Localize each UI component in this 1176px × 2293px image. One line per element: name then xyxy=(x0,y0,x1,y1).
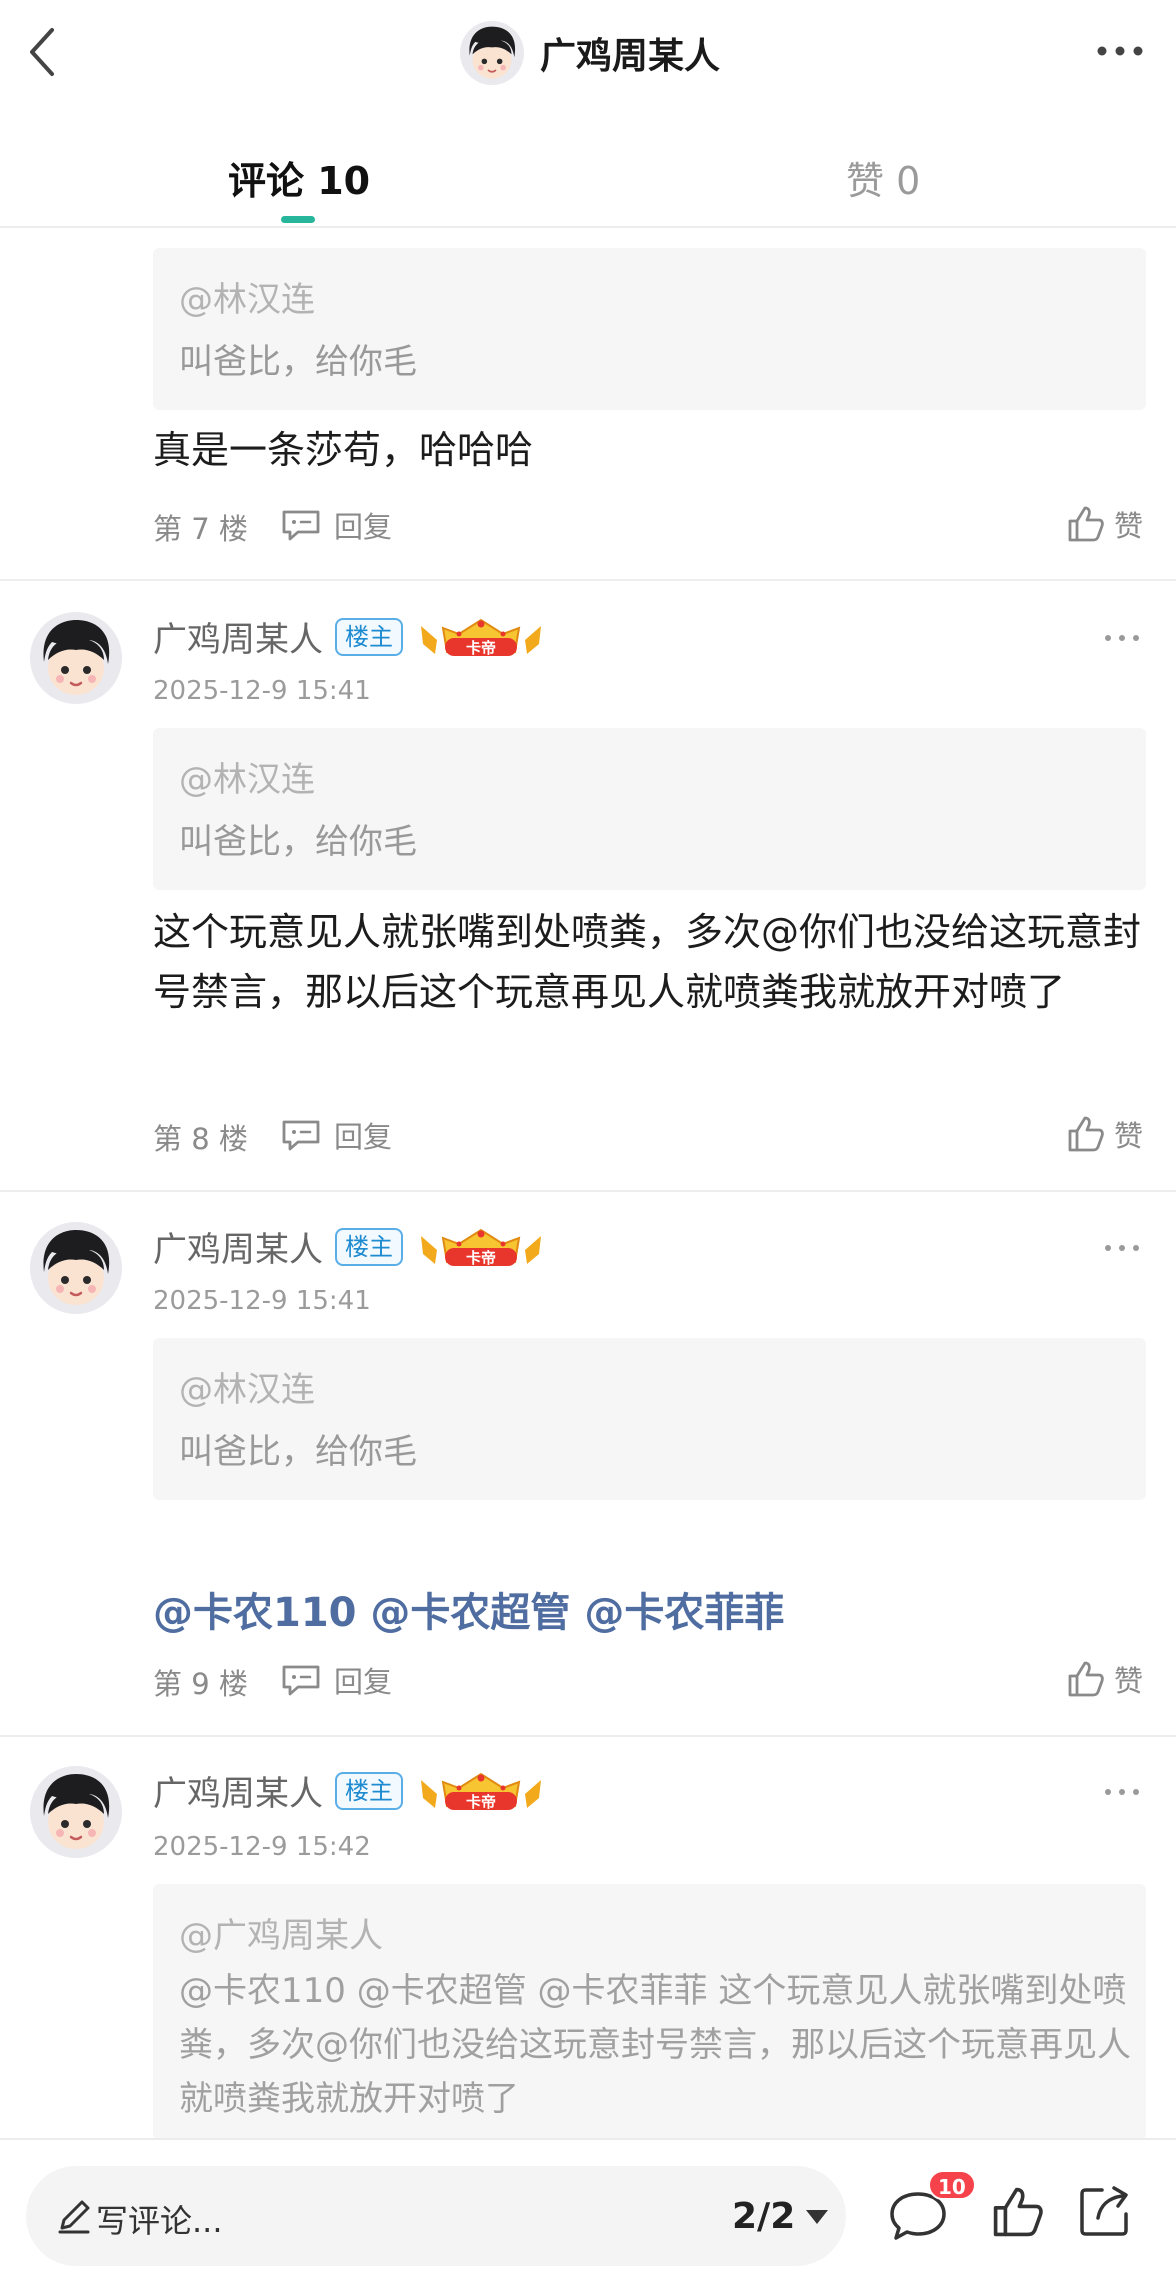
reply-button[interactable]: 回复 xyxy=(280,1659,392,1701)
crown-icon: 卡帝 xyxy=(415,614,547,657)
avatar xyxy=(460,21,524,85)
tab-likes[interactable]: 赞 0 xyxy=(846,150,920,205)
reply-button[interactable]: 回复 xyxy=(280,1114,392,1156)
reply-label: 回复 xyxy=(334,510,393,544)
reply-label: 回复 xyxy=(334,1665,393,1699)
op-badge: 楼主 xyxy=(335,1771,403,1810)
quote-user[interactable]: @林汉连 xyxy=(179,752,315,801)
quote-text: 叫爸比，给你毛 xyxy=(179,342,417,382)
timestamp: 2025-12-9 15:41 xyxy=(153,676,371,706)
quoted-comment[interactable]: @林汉连 叫爸比，给你毛 xyxy=(153,248,1146,410)
quoted-comment[interactable]: @林汉连 叫爸比，给你毛 xyxy=(153,728,1146,890)
svg-text:卡帝: 卡帝 xyxy=(466,1249,496,1267)
author-name[interactable]: 广鸡周某人 xyxy=(153,612,323,661)
author-name[interactable]: 广鸡周某人 xyxy=(153,1222,323,1271)
quote-user[interactable]: @林汉连 xyxy=(179,1362,315,1411)
tab-comments[interactable]: 评论 10 xyxy=(228,150,370,205)
quote-text: 叫爸比，给你毛 xyxy=(179,1432,417,1472)
floor-number: 第 9 楼 xyxy=(153,1667,248,1701)
chevron-left-icon[interactable] xyxy=(18,22,74,82)
more-dots-icon[interactable] xyxy=(1102,1238,1142,1258)
caret-down-icon[interactable] xyxy=(806,2210,828,2224)
page-indicator[interactable]: 2/2 xyxy=(732,2196,795,2237)
share-icon[interactable] xyxy=(1076,2182,1134,2240)
author-row: 广鸡周某人 楼主 卡帝 xyxy=(153,1222,547,1271)
op-badge: 楼主 xyxy=(335,1227,403,1266)
author-row: 广鸡周某人 楼主 卡帝 xyxy=(153,1766,547,1815)
divider xyxy=(0,579,1176,581)
like-button[interactable]: 赞 xyxy=(1066,503,1143,545)
avatar[interactable] xyxy=(30,1222,122,1314)
like-label: 赞 xyxy=(1114,1119,1144,1153)
floor-number: 第 8 楼 xyxy=(153,1122,248,1156)
composer-placeholder[interactable]: 写评论... xyxy=(96,2196,223,2242)
tab-bar: 评论 10 赞 0 xyxy=(0,110,1176,228)
comment-body: 这个玩意见人就张嘴到处喷粪，多次@你们也没给这玩意封号禁言，那以后这个玩意再见人… xyxy=(153,910,1142,1014)
like-label: 赞 xyxy=(1114,1664,1144,1698)
page-title: 广鸡周某人 xyxy=(540,36,721,77)
like-button[interactable]: 赞 xyxy=(1066,1113,1143,1155)
author-row: 广鸡周某人 楼主 卡帝 xyxy=(153,612,547,661)
quote-user[interactable]: @林汉连 xyxy=(179,272,315,321)
quote-text: 叫爸比，给你毛 xyxy=(179,822,417,862)
more-dots-icon[interactable] xyxy=(1092,36,1148,66)
timestamp: 2025-12-9 15:41 xyxy=(153,1286,371,1316)
comment-body: 真是一条莎苟，哈哈哈 xyxy=(153,428,534,472)
comment-count-badge: 10 xyxy=(928,2170,976,2200)
quoted-comment[interactable]: @广鸡周某人 @卡农110 @卡农超管 @卡农菲菲 这个玩意见人就张嘴到处喷粪，… xyxy=(153,1884,1146,2140)
like-label: 赞 xyxy=(1114,509,1144,543)
header-user[interactable]: 广鸡周某人 xyxy=(460,20,720,86)
more-dots-icon[interactable] xyxy=(1102,628,1142,648)
like-button[interactable]: 赞 xyxy=(1066,1658,1143,1700)
svg-text:卡帝: 卡帝 xyxy=(466,1793,496,1811)
active-tab-indicator xyxy=(281,216,315,223)
reply-button[interactable]: 回复 xyxy=(280,504,392,546)
quoted-comment[interactable]: @林汉连 叫爸比，给你毛 xyxy=(153,1338,1146,1500)
mention-links[interactable]: @卡农110 @卡农超管 @卡农菲菲 xyxy=(153,1580,784,1638)
reply-icon xyxy=(280,1663,322,1697)
svg-text:卡帝: 卡帝 xyxy=(466,639,496,657)
thumbs-up-icon xyxy=(1066,1659,1106,1699)
quote-text: @卡农110 @卡农超管 @卡农菲菲 这个玩意见人就张嘴到处喷粪，多次@你们也没… xyxy=(179,1971,1131,2119)
comment-composer[interactable]: 写评论... 2/2 xyxy=(26,2166,846,2266)
thumbs-up-icon xyxy=(1066,1114,1106,1154)
reply-icon xyxy=(280,1118,322,1152)
reply-icon xyxy=(280,508,322,542)
timestamp: 2025-12-9 15:42 xyxy=(153,1832,371,1862)
quote-user[interactable]: @广鸡周某人 xyxy=(179,1908,383,1957)
top-bar: 广鸡周某人 xyxy=(0,0,1176,110)
author-name[interactable]: 广鸡周某人 xyxy=(153,1766,323,1815)
reply-label: 回复 xyxy=(334,1120,393,1154)
avatar[interactable] xyxy=(30,1766,122,1858)
divider xyxy=(0,1190,1176,1192)
avatar[interactable] xyxy=(30,612,122,704)
floor-number: 第 7 楼 xyxy=(153,512,248,546)
bottom-action-bar: 写评论... 2/2 10 xyxy=(0,2138,1176,2293)
crown-icon: 卡帝 xyxy=(415,1768,547,1811)
thumbs-up-icon[interactable] xyxy=(990,2184,1046,2240)
crown-icon: 卡帝 xyxy=(415,1224,547,1267)
divider xyxy=(0,1735,1176,1737)
more-dots-icon[interactable] xyxy=(1102,1782,1142,1802)
op-badge: 楼主 xyxy=(335,617,403,656)
thumbs-up-icon xyxy=(1066,504,1106,544)
pen-icon xyxy=(58,2200,90,2234)
